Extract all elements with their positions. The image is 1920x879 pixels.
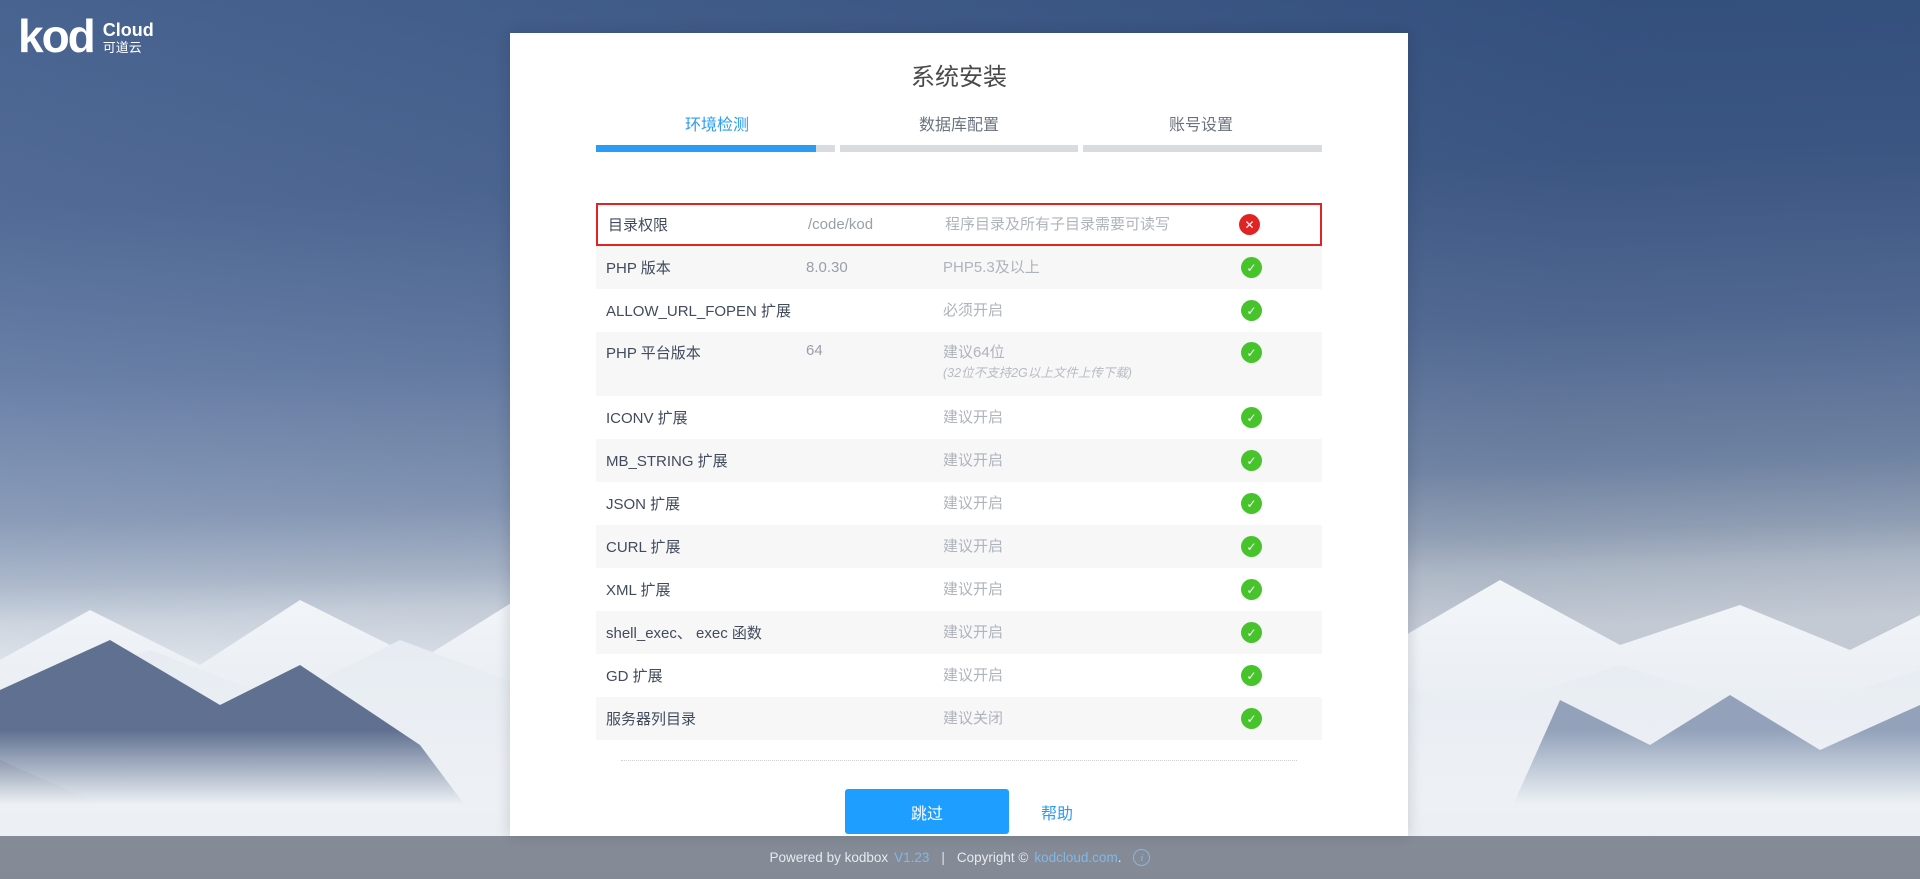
status-pass-icon <box>1241 300 1262 321</box>
check-requirement-text: 建议开启 <box>943 493 1241 515</box>
status-fail-icon <box>1239 214 1260 235</box>
check-row: MB_STRING 扩展 建议开启 <box>596 439 1322 482</box>
status-pass-icon <box>1241 493 1262 514</box>
check-requirement-text: 建议开启 <box>943 665 1241 687</box>
check-requirement-text: 必须开启 <box>943 300 1241 322</box>
status-pass-icon <box>1241 450 1262 471</box>
status-pass-icon <box>1241 407 1262 428</box>
check-requirement-text: 建议开启 <box>943 622 1241 644</box>
check-item-requirement: 程序目录及所有子目录需要可读写 <box>945 214 1239 236</box>
check-requirement-text: 建议开启 <box>943 579 1241 601</box>
check-row: PHP 平台版本 64 建议64位 (32位不支持2G以上文件上传下载) <box>596 332 1322 396</box>
kodcloud-link[interactable]: kodcloud.com <box>1034 850 1117 865</box>
step-tabs: 环境检测数据库配置账号设置 <box>596 111 1322 135</box>
tab-step-1[interactable]: 环境检测 <box>596 111 838 135</box>
check-item-value: 8.0.30 <box>806 259 943 276</box>
check-item-requirement: 建议开启 <box>943 493 1241 515</box>
status-pass-icon <box>1241 708 1262 729</box>
install-card: 系统安装 环境检测数据库配置账号设置 目录权限 /code/kod 程序目录及所… <box>510 33 1408 836</box>
check-row: XML 扩展 建议开启 <box>596 568 1322 611</box>
check-item-requirement: 建议开启 <box>943 579 1241 601</box>
footer-separator: | <box>941 850 945 865</box>
status-pass-icon <box>1241 536 1262 557</box>
check-item-name: PHP 平台版本 <box>596 342 806 363</box>
progress-segment-1 <box>596 145 835 152</box>
check-row: JSON 扩展 建议开启 <box>596 482 1322 525</box>
check-item-value: /code/kod <box>808 216 945 233</box>
logo-cloud-text: Cloud <box>103 21 154 40</box>
status-pass-icon <box>1241 665 1262 686</box>
check-requirement-text: 建议开启 <box>943 536 1241 558</box>
check-requirement-text: 建议开启 <box>943 407 1241 429</box>
check-row: PHP 版本 8.0.30 PHP5.3及以上 <box>596 246 1322 289</box>
check-item-name: ICONV 扩展 <box>596 407 806 428</box>
check-item-value: 64 <box>806 342 943 359</box>
check-row: GD 扩展 建议开启 <box>596 654 1322 697</box>
check-item-requirement: 建议关闭 <box>943 708 1241 730</box>
check-row: CURL 扩展 建议开启 <box>596 525 1322 568</box>
status-pass-icon <box>1241 342 1262 363</box>
check-item-requirement: 必须开启 <box>943 300 1241 322</box>
check-requirement-text: 建议关闭 <box>943 708 1241 730</box>
status-pass-icon <box>1241 622 1262 643</box>
help-link[interactable]: 帮助 <box>1041 800 1073 824</box>
check-row: 服务器列目录 建议关闭 <box>596 697 1322 740</box>
check-row: shell_exec、 exec 函数 建议开启 <box>596 611 1322 654</box>
check-row: ICONV 扩展 建议开启 <box>596 396 1322 439</box>
check-item-name: 目录权限 <box>598 214 808 235</box>
progress-fill <box>596 145 816 152</box>
action-bar: 跳过 帮助 <box>510 789 1408 834</box>
tab-step-2[interactable]: 数据库配置 <box>838 111 1080 135</box>
check-item-name: PHP 版本 <box>596 257 806 278</box>
brand-logo: kod Cloud 可道云 <box>18 12 154 60</box>
info-icon[interactable]: i <box>1133 849 1150 866</box>
check-item-name: MB_STRING 扩展 <box>596 450 806 471</box>
tab-step-3[interactable]: 账号设置 <box>1080 111 1322 135</box>
check-item-name: GD 扩展 <box>596 665 806 686</box>
check-item-name: 服务器列目录 <box>596 708 806 729</box>
status-pass-icon <box>1241 257 1262 278</box>
check-item-requirement: 建议开启 <box>943 665 1241 687</box>
check-row: ALLOW_URL_FOPEN 扩展 必须开启 <box>596 289 1322 332</box>
page-title: 系统安装 <box>510 61 1408 95</box>
check-row-error: 目录权限 /code/kod 程序目录及所有子目录需要可读写 <box>596 203 1322 246</box>
footer-bar: Powered by kodbox V1.23 | Copyright © ko… <box>0 836 1920 879</box>
status-pass-icon <box>1241 579 1262 600</box>
step-indicator: 环境检测数据库配置账号设置 <box>596 111 1322 152</box>
logo-chinese-text: 可道云 <box>103 41 154 55</box>
check-requirement-text: 建议64位 <box>943 342 1241 364</box>
check-requirement-text: 建议开启 <box>943 450 1241 472</box>
check-item-requirement: 建议64位 (32位不支持2G以上文件上传下载) <box>943 342 1241 382</box>
environment-check-table: 目录权限 /code/kod 程序目录及所有子目录需要可读写 PHP 版本 8.… <box>596 203 1322 740</box>
check-item-name: XML 扩展 <box>596 579 806 600</box>
logo-wordmark: kod <box>18 12 94 60</box>
powered-by-text: Powered by kodbox <box>770 850 889 865</box>
version-text: V1.23 <box>894 850 929 865</box>
skip-button[interactable]: 跳过 <box>845 789 1009 834</box>
check-item-requirement: 建议开启 <box>943 622 1241 644</box>
divider <box>621 760 1297 761</box>
footer-period: . <box>1118 850 1122 865</box>
copyright-text: Copyright © <box>957 850 1028 865</box>
check-requirement-note: (32位不支持2G以上文件上传下载) <box>943 364 1241 382</box>
check-item-name: CURL 扩展 <box>596 536 806 557</box>
progress-segment-2 <box>840 145 1079 152</box>
check-requirement-text: PHP5.3及以上 <box>943 257 1241 279</box>
check-item-name: JSON 扩展 <box>596 493 806 514</box>
step-progress-bars <box>596 145 1322 152</box>
check-item-requirement: 建议开启 <box>943 450 1241 472</box>
check-item-name: shell_exec、 exec 函数 <box>596 622 806 643</box>
progress-segment-3 <box>1083 145 1322 152</box>
check-item-requirement: 建议开启 <box>943 536 1241 558</box>
check-requirement-text: 程序目录及所有子目录需要可读写 <box>945 214 1239 236</box>
check-item-requirement: PHP5.3及以上 <box>943 257 1241 279</box>
check-item-name: ALLOW_URL_FOPEN 扩展 <box>596 300 806 321</box>
check-item-requirement: 建议开启 <box>943 407 1241 429</box>
